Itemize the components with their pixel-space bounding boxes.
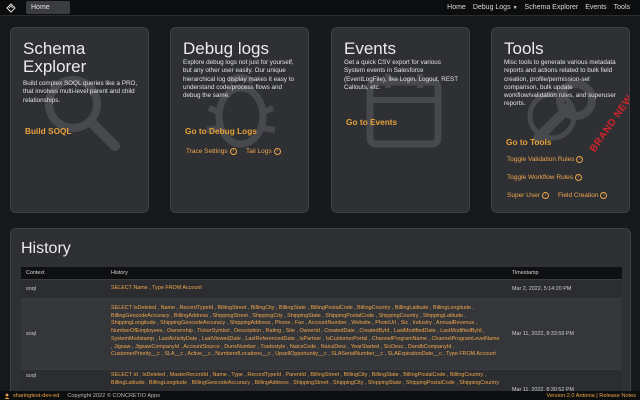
row-timestamp: Mar 2, 2022, 5:14:20 PM — [512, 286, 572, 292]
circle-arrow-right-icon: › — [576, 156, 584, 163]
toggle-validation-rules-link[interactable]: Toggle Validation Rules › — [507, 156, 584, 163]
debug-logs-card: Debug logs Explore debug logs not just f… — [170, 27, 309, 213]
super-user-link[interactable]: Super User › — [507, 192, 549, 199]
debug-logs-title: Debug logs — [183, 39, 270, 58]
column-header-context: Context — [26, 270, 45, 276]
toggle-workflow-rules-link[interactable]: Toggle Workflow Rules › — [507, 174, 582, 181]
build-soql-link[interactable]: Build SOQL — [25, 126, 72, 136]
row-context: soql — [26, 286, 36, 292]
debug-logs-description: Explore debug logs not just for yourself… — [183, 59, 294, 100]
table-header: Context History Timestamp — [21, 267, 622, 279]
history-title: History — [21, 240, 71, 257]
field-creation-label: Field Creation — [558, 192, 599, 199]
events-description: Get a quick CSV export for various Syste… — [344, 59, 458, 91]
history-table: Context History Timestamp soql SELECT Na… — [21, 267, 622, 399]
nav-link-home[interactable]: Home — [447, 4, 466, 11]
toggle-validation-rules-label: Toggle Validation Rules — [507, 156, 575, 163]
toggle-workflow-rules-label: Toggle Workflow Rules — [507, 174, 573, 181]
schema-explorer-title: Schema Explorer — [23, 40, 86, 76]
go-to-events-link[interactable]: Go to Events — [346, 117, 397, 127]
events-card: Events Get a quick CSV export for variou… — [331, 27, 470, 213]
copyright-text: Copyright 2022 © CONCRETIO Apps — [67, 392, 161, 399]
table-row[interactable]: soql SELECT Name , Type FROM Account Mar… — [21, 279, 622, 298]
column-header-history: History — [111, 270, 128, 276]
go-to-debug-logs-link[interactable]: Go to Debug Logs — [185, 126, 257, 136]
user-icon — [4, 393, 10, 399]
go-to-tools-link[interactable]: Go to Tools — [506, 137, 551, 147]
tools-title: Tools — [504, 39, 544, 58]
circle-arrow-right-icon: › — [273, 148, 281, 155]
trace-settings-link[interactable]: Trace Settings › — [186, 148, 237, 155]
title-line-2: Explorer — [23, 57, 87, 76]
top-navbar: Home Home Debug Logs ▼ Schema Explorer Ev… — [0, 0, 640, 16]
caret-down-icon: ▼ — [512, 5, 518, 11]
title-line-1: Schema — [23, 39, 86, 58]
nav-link-schema-explorer[interactable]: Schema Explorer — [525, 4, 579, 11]
tools-description: Misc tools to generate various metadata … — [504, 59, 617, 108]
nav-link-debug-logs[interactable]: Debug Logs ▼ — [473, 4, 518, 11]
nav-links: Home Debug Logs ▼ Schema Explorer Events … — [447, 4, 630, 11]
footer-bar: sharingtest-dev-ed Copyright 2022 © CONC… — [0, 391, 640, 400]
schema-explorer-description: Build complex SOQL queries like a PRO, t… — [23, 80, 138, 104]
version-release-notes-link[interactable]: Version:2.0 Antonia | Release Notes — [547, 393, 636, 399]
column-header-timestamp: Timestamp — [512, 270, 539, 276]
nav-link-events[interactable]: Events — [585, 4, 606, 11]
row-timestamp: Mar 11, 2022, 8:33:59 PM — [512, 331, 574, 337]
field-creation-link[interactable]: Field Creation › — [558, 192, 608, 199]
history-panel: History Context History Timestamp soql S… — [10, 228, 631, 400]
tools-card: Tools Misc tools to generate various met… — [491, 27, 630, 213]
schema-explorer-card: Schema Explorer Build complex SOQL queri… — [10, 27, 149, 213]
circle-arrow-right-icon: › — [229, 148, 237, 155]
super-user-label: Super User — [507, 192, 540, 199]
nav-link-debug-logs-label: Debug Logs — [472, 4, 511, 11]
circle-arrow-right-icon: › — [575, 174, 582, 181]
circle-arrow-right-icon: › — [541, 192, 549, 199]
events-title: Events — [344, 39, 396, 58]
circle-arrow-right-icon: › — [600, 192, 608, 199]
org-user[interactable]: sharingtest-dev-ed — [4, 393, 59, 399]
table-row[interactable]: soql SELECT IsDeleted , Name , RecordTyp… — [21, 298, 622, 369]
trace-settings-label: Trace Settings — [186, 148, 228, 155]
org-user-label: sharingtest-dev-ed — [13, 392, 60, 399]
tail-logs-label: Tail Logs — [246, 148, 272, 155]
row-history-query[interactable]: SELECT IsDeleted , Name , RecordTypeId ,… — [111, 299, 508, 369]
tail-logs-link[interactable]: Tail Logs › — [246, 148, 281, 155]
nav-link-tools[interactable]: Tools — [614, 4, 630, 11]
row-history-query[interactable]: SELECT Name , Type FROM Account — [111, 280, 508, 298]
row-context: soql — [26, 331, 36, 337]
home-tab[interactable]: Home — [26, 1, 70, 14]
brand-logo-icon[interactable] — [4, 1, 18, 15]
